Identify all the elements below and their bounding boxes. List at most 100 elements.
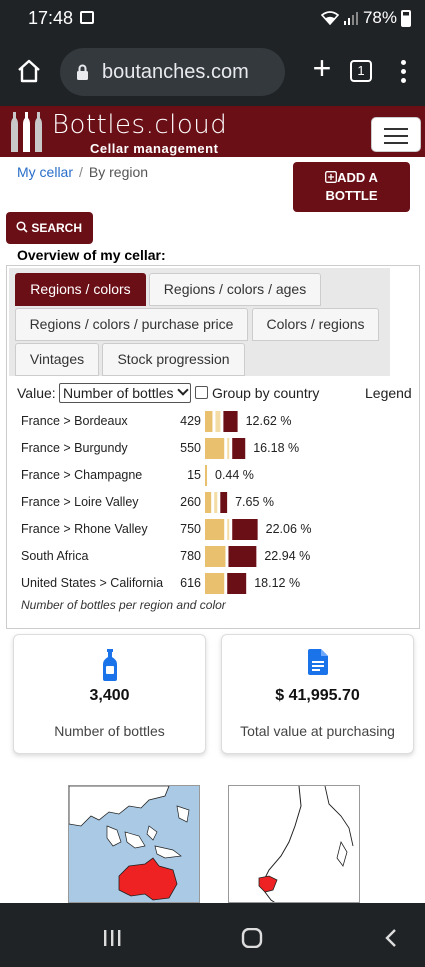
group-by-country-label: Group by country — [212, 385, 320, 401]
overview-panel: Regions / colors Regions / colors / ages… — [6, 265, 420, 629]
tab-switcher-button[interactable]: 1 — [350, 60, 372, 82]
search-button[interactable]: SEARCH — [6, 212, 93, 244]
stat-card-bottles: 3,400 Number of bottles — [13, 634, 206, 754]
tab-stock-progression[interactable]: Stock progression — [102, 343, 245, 376]
breadcrumb-separator: / — [79, 164, 83, 180]
chart-bar-segment — [205, 492, 212, 513]
site-logo[interactable]: Bottles.cloud Cellar management — [8, 108, 228, 156]
chart-category-label: France > Champagne — [21, 468, 142, 482]
home-nav-icon[interactable] — [241, 928, 263, 948]
tab-vintages[interactable]: Vintages — [15, 343, 99, 376]
chart-bar-segment — [205, 438, 225, 459]
system-nav-bar — [0, 903, 425, 967]
chart-bar-segment — [215, 411, 221, 432]
chart-total-label: 616 — [180, 576, 201, 590]
stat-card-value: $ 41,995.70 Total value at purchasing — [221, 634, 414, 754]
chart-bar-segment — [220, 492, 228, 513]
chart-percent-label: 12.62 % — [246, 414, 292, 428]
clock: 17:48 — [28, 8, 74, 28]
chart-bar-segment — [227, 519, 230, 540]
chart-category-label: South Africa — [21, 549, 88, 563]
search-icon — [16, 221, 28, 233]
lock-icon — [76, 64, 89, 80]
battery-icon — [401, 9, 411, 27]
chart-total-label: 550 — [180, 441, 201, 455]
chart-total-label: 780 — [180, 549, 201, 563]
plus-square-icon — [325, 171, 338, 183]
chart-bar-segment — [205, 519, 225, 540]
site-name: Bottles.cloud — [52, 110, 228, 140]
value-label: Value: — [17, 385, 56, 401]
chart-bar-segment — [205, 546, 226, 567]
add-bottle-label-1: ADD A — [337, 170, 378, 185]
add-bottle-label-2: BOTTLE — [325, 188, 378, 203]
chart-bar-segment — [228, 546, 257, 567]
chart-controls: Value: Number of bottles Group by countr… — [17, 383, 417, 405]
chart-category-label: France > Burgundy — [21, 441, 128, 455]
battery-percent: 78% — [362, 8, 397, 27]
bottle-count-label: Number of bottles — [54, 723, 165, 739]
chart-total-label: 15 — [187, 468, 201, 482]
map-asia-australia — [68, 785, 200, 903]
chart-caption: Number of bottles per region and color — [21, 598, 226, 612]
tab-regions-colors-purchase-price[interactable]: Regions / colors / purchase price — [15, 308, 248, 341]
chart-category-label: France > Loire Valley — [21, 495, 139, 509]
chevron-down-icon — [177, 384, 189, 396]
new-tab-icon[interactable]: + — [309, 52, 335, 84]
site-header: Bottles.cloud Cellar management — [0, 106, 425, 157]
tab-strip: Regions / colors Regions / colors / ages… — [9, 268, 390, 376]
tab-colors-regions[interactable]: Colors / regions — [252, 308, 379, 341]
search-button-label: SEARCH — [31, 221, 83, 235]
chart-percent-label: 16.18 % — [253, 441, 299, 455]
recents-icon[interactable] — [102, 929, 122, 947]
back-icon[interactable] — [384, 928, 398, 948]
status-bar: 17:48 78% — [0, 0, 425, 36]
chart-percent-label: 22.94 % — [264, 549, 310, 563]
legend-link[interactable]: Legend — [365, 385, 412, 401]
add-bottle-button[interactable]: ADD A BOTTLE — [293, 162, 410, 212]
chart-category-label: France > Bordeaux — [21, 414, 128, 428]
bottles-logo-icon — [11, 112, 42, 152]
chart-total-label: 260 — [180, 495, 201, 509]
chart-category-label: United States > California — [21, 576, 163, 590]
chart-category-label: France > Rhone Valley — [21, 522, 148, 536]
wifi-icon — [320, 11, 339, 25]
chart-percent-label: 18.12 % — [254, 576, 300, 590]
overview-title: Overview of my cellar: — [17, 247, 166, 263]
tab-regions-colors-ages[interactable]: Regions / colors / ages — [149, 273, 321, 306]
gallery-notification-icon — [80, 11, 94, 24]
hamburger-menu-button[interactable] — [371, 117, 421, 152]
chart-bar-segment — [205, 573, 225, 594]
total-value: $ 41,995.70 — [275, 687, 360, 704]
wine-bottle-icon — [102, 649, 117, 681]
chart-percent-label: 22.06 % — [266, 522, 312, 536]
breadcrumb-current: By region — [88, 164, 149, 180]
value-select-text: Number of bottles — [63, 385, 174, 401]
value-select[interactable]: Number of bottles — [59, 383, 191, 403]
overflow-menu-icon[interactable] — [398, 58, 408, 84]
document-icon — [307, 649, 328, 675]
total-value-label: Total value at purchasing — [240, 723, 395, 739]
chart-percent-label: 7.65 % — [235, 495, 274, 509]
browser-toolbar: boutanches.com + 1 — [0, 36, 425, 106]
chart-bar-segment — [223, 411, 238, 432]
group-by-country-checkbox[interactable] — [195, 386, 208, 399]
address-bar[interactable]: boutanches.com — [60, 48, 285, 96]
chart-total-label: 750 — [180, 522, 201, 536]
home-icon[interactable] — [16, 58, 44, 86]
chart-bar-segment — [227, 573, 247, 594]
chart-total-label: 429 — [180, 414, 201, 428]
region-color-chart: France > Bordeaux 429 12.62 % France > Burg… — [21, 411, 312, 594]
chart-bar-segment — [232, 519, 258, 540]
breadcrumb-my-cellar[interactable]: My cellar — [17, 164, 73, 180]
status-icons: 78% — [320, 8, 411, 28]
signal-icon — [343, 11, 359, 25]
chart-percent-label: 0.44 % — [215, 468, 254, 482]
chart-bar-segment — [214, 492, 218, 513]
tab-regions-colors[interactable]: Regions / colors — [15, 273, 146, 306]
url-text: boutanches.com — [102, 61, 249, 83]
bottle-count: 3,400 — [89, 687, 130, 704]
breadcrumb: My cellar / By region — [17, 164, 148, 180]
chart-bar-segment — [205, 465, 207, 486]
chart-bar-segment — [232, 438, 246, 459]
